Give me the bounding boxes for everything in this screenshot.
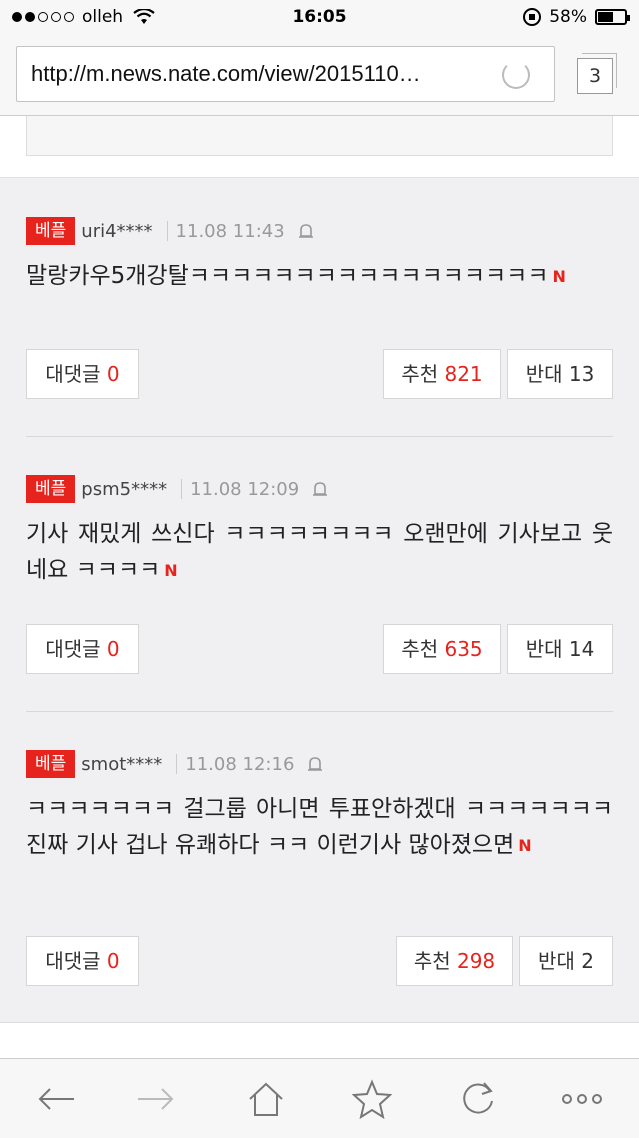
separator (166, 221, 168, 241)
new-icon: N (552, 266, 566, 286)
new-icon: N (518, 835, 532, 855)
downvote-button[interactable]: 반대 2 (519, 936, 613, 986)
comment-item: 베플 smot**** 11.08 12:16 ㅋㅋㅋㅋㅋㅋㅋ 걸그룹 아니면 … (26, 749, 613, 864)
comment-date: 11.08 12:16 (185, 753, 295, 775)
report-icon[interactable] (306, 755, 324, 773)
divider (26, 436, 613, 437)
comment-date: 11.08 11:43 (175, 220, 285, 242)
comment-section: 베플 uri4**** 11.08 11:43 말랑카우5개강탈ㅋㅋㅋㅋㅋㅋㅋㅋ… (0, 116, 639, 1058)
reply-button[interactable]: 대댓글 0 (26, 936, 139, 986)
forward-arrow-icon[interactable] (136, 1079, 176, 1119)
upvote-button[interactable]: 추천 821 (383, 349, 501, 399)
more-icon[interactable] (560, 1079, 604, 1119)
home-icon[interactable] (246, 1079, 286, 1119)
status-bar: olleh 16:05 58% (0, 0, 639, 36)
browser-address-area: http://m.news.nate.com/view/2015110… 3 (0, 36, 639, 116)
address-bar[interactable]: http://m.news.nate.com/view/2015110… (16, 46, 555, 102)
new-icon: N (164, 560, 178, 580)
battery-icon (595, 9, 630, 25)
comment-item: 베플 uri4**** 11.08 11:43 말랑카우5개강탈ㅋㅋㅋㅋㅋㅋㅋㅋ… (26, 216, 613, 295)
report-icon[interactable] (311, 480, 329, 498)
separator (176, 754, 178, 774)
star-icon[interactable] (352, 1079, 392, 1119)
best-badge: 베플 (26, 217, 76, 245)
rotation-lock-icon (523, 8, 542, 26)
report-icon[interactable] (297, 222, 315, 240)
upvote-button[interactable]: 추천 635 (383, 624, 501, 674)
comment-user[interactable]: uri4**** (81, 221, 152, 242)
reload-icon[interactable] (502, 61, 530, 89)
comment-text: ㅋㅋㅋㅋㅋㅋㅋ 걸그룹 아니면 투표안하겠대 ㅋㅋㅋㅋㅋㅋㅋ 진짜 기사 겁나 … (26, 796, 613, 858)
url-text[interactable]: http://m.news.nate.com/view/2015110… (31, 61, 491, 87)
next-section-preview (0, 1022, 639, 1058)
comment-input-box[interactable] (26, 116, 613, 156)
reply-button[interactable]: 대댓글 0 (26, 349, 139, 399)
best-badge: 베플 (26, 750, 76, 778)
best-badge: 베플 (26, 475, 76, 503)
refresh-icon[interactable] (458, 1079, 498, 1119)
comment-user[interactable]: psm5**** (81, 479, 167, 500)
back-arrow-icon[interactable] (36, 1079, 76, 1119)
tabs-button[interactable]: 3 (577, 53, 617, 94)
comment-date: 11.08 12:09 (190, 478, 300, 500)
separator (181, 479, 183, 499)
downvote-button[interactable]: 반대 14 (507, 624, 613, 674)
divider (26, 711, 613, 712)
comment-item: 베플 psm5**** 11.08 12:09 기사 재밌게 쓰신다 ㅋㅋㅋㅋㅋ… (26, 474, 613, 589)
comment-input-area (0, 116, 639, 178)
reply-button[interactable]: 대댓글 0 (26, 624, 139, 674)
upvote-button[interactable]: 추천 298 (396, 936, 513, 986)
downvote-button[interactable]: 반대 13 (507, 349, 613, 399)
comment-text: 말랑카우5개강탈ㅋㅋㅋㅋㅋㅋㅋㅋㅋㅋㅋㅋㅋㅋㅋㅋㅋ N (26, 263, 566, 289)
browser-toolbar (0, 1058, 639, 1138)
comment-text: 기사 재밌게 쓰신다 ㅋㅋㅋㅋㅋㅋㅋㅋ 오랜만에 기사보고 웃네요 ㅋㅋㅋㅋ N (26, 521, 613, 583)
comment-user[interactable]: smot**** (81, 754, 162, 775)
battery-percent: 58% (549, 7, 587, 27)
